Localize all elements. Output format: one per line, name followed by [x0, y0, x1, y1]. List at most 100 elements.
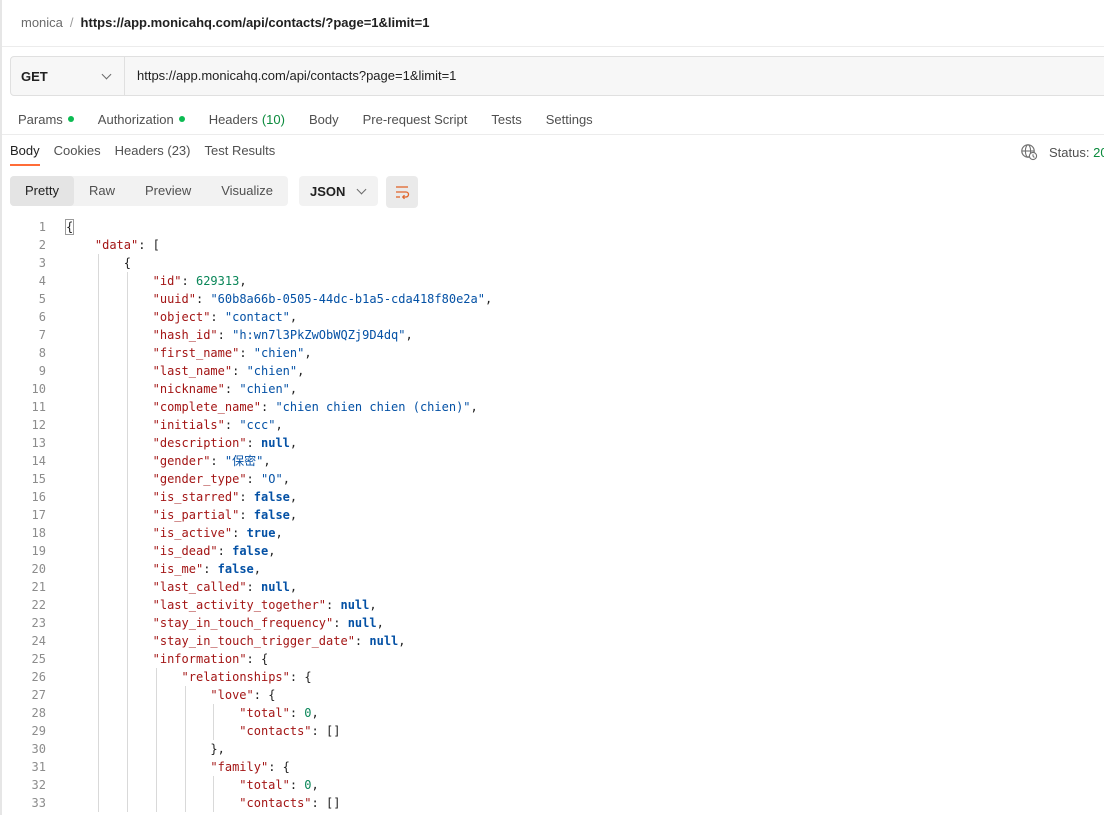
- response-tabs: Body Cookies Headers (23) Test Results: [10, 143, 289, 167]
- indent-guide: [126, 596, 128, 614]
- indent-guide: [97, 398, 99, 416]
- indent-guide: [126, 578, 128, 596]
- json-punctuation: :: [246, 436, 261, 450]
- indent-guide: [213, 722, 215, 740]
- json-punctuation: ,: [275, 418, 283, 432]
- indent-guide: [97, 362, 99, 380]
- code-line: 11 "complete_name": "chien chien chien (c…: [0, 398, 1104, 416]
- code-line: 10 "nickname": "chien",: [0, 380, 1104, 398]
- json-punctuation: ,: [275, 526, 283, 540]
- json-string: "contact": [224, 310, 290, 324]
- json-string: "chien": [253, 346, 305, 360]
- json-punctuation: :: [232, 526, 247, 540]
- code-line: 29 "contacts": []: [0, 722, 1104, 740]
- tab-authorization[interactable]: Authorization: [98, 110, 185, 128]
- indent-guide: [126, 776, 128, 794]
- indent-guide: [126, 740, 128, 758]
- json-punctuation: : []: [311, 724, 341, 738]
- code-text: {: [64, 218, 75, 236]
- json-string: "chien": [239, 382, 290, 396]
- code-line: 30},: [0, 740, 1104, 758]
- line-number: 25: [31, 652, 46, 666]
- tab-params[interactable]: Params: [18, 110, 74, 128]
- json-key: "initials": [152, 418, 225, 432]
- header-divider: [2, 46, 1104, 47]
- json-key: "uuid": [152, 292, 196, 306]
- indent-guide: [184, 704, 186, 722]
- indent-guide: [126, 344, 128, 362]
- code-text: "is_me": false,: [153, 560, 261, 578]
- tab-tests[interactable]: Tests: [491, 110, 521, 128]
- tab-body[interactable]: Body: [309, 110, 339, 128]
- view-visualize-button[interactable]: Visualize: [206, 176, 288, 206]
- line-number: 18: [31, 526, 46, 540]
- view-pretty-button[interactable]: Pretty: [10, 176, 74, 206]
- response-body-code[interactable]: 1{2 "data": [3{4 "id": 629313, 5 "uuid": "60…: [0, 218, 1104, 812]
- json-key: "total": [239, 778, 290, 792]
- json-punctuation: ,: [376, 616, 384, 630]
- line-number: 28: [31, 706, 46, 720]
- indent-guide: [97, 722, 99, 740]
- json-literal: null: [347, 616, 377, 630]
- tab-pre-request-script[interactable]: Pre-request Script: [363, 110, 468, 128]
- json-literal: null: [261, 580, 290, 594]
- code-text: },: [210, 740, 224, 758]
- method-select[interactable]: GET: [11, 57, 125, 95]
- indent-guide: [184, 740, 186, 758]
- indent-guide: [126, 686, 128, 704]
- tab-settings[interactable]: Settings: [546, 110, 593, 128]
- code-text: "contacts": []: [239, 794, 340, 812]
- json-punctuation: :: [246, 580, 261, 594]
- json-key: "last_called": [152, 580, 247, 594]
- json-punctuation: },: [210, 742, 225, 756]
- indent-guide: [97, 470, 99, 488]
- code-text: "love": {: [210, 686, 275, 704]
- json-punctuation: :: [210, 454, 225, 468]
- indent-guide: [97, 344, 99, 362]
- code-text: "total": 0,: [239, 776, 319, 794]
- tab-label: Tests: [491, 111, 522, 127]
- url-input[interactable]: [125, 57, 1104, 93]
- json-number: 0: [304, 706, 312, 720]
- json-string: "O": [261, 472, 283, 486]
- code-text: "complete_name": "chien chien chien (chi…: [153, 398, 478, 416]
- format-select[interactable]: JSON: [299, 176, 378, 206]
- code-text: "initials": "ccc",: [153, 416, 283, 434]
- json-key: "first_name": [152, 346, 240, 360]
- code-text: "gender": "保密",: [153, 452, 271, 470]
- wrap-lines-button[interactable]: [386, 176, 418, 208]
- code-text: "first_name": "chien",: [153, 344, 312, 362]
- json-punctuation: {: [64, 219, 75, 235]
- json-string: "ccc": [239, 418, 276, 432]
- view-mode-group: Pretty Raw Preview Visualize: [10, 176, 289, 206]
- indent-guide: [126, 488, 128, 506]
- indent-guide: [126, 272, 128, 290]
- indent-guide: [126, 794, 128, 812]
- response-tab-headers-23[interactable]: Headers (23): [115, 143, 191, 167]
- json-punctuation: ,: [268, 544, 276, 558]
- breadcrumb-workspace[interactable]: monica: [21, 15, 63, 30]
- view-preview-button[interactable]: Preview: [130, 176, 206, 206]
- response-tab-cookies[interactable]: Cookies: [54, 143, 101, 167]
- indent-guide: [97, 614, 99, 632]
- indent-guide: [97, 740, 99, 758]
- indent-guide: [126, 416, 128, 434]
- code-text: "last_activity_together": null,: [153, 596, 377, 614]
- indent-guide: [126, 722, 128, 740]
- indent-guide: [97, 794, 99, 812]
- json-punctuation: :: [181, 274, 196, 288]
- indent-guide: [97, 272, 99, 290]
- response-tab-test-results[interactable]: Test Results: [204, 143, 275, 167]
- tab-label: Params: [18, 111, 63, 127]
- json-punctuation: ,: [289, 310, 298, 324]
- view-raw-button[interactable]: Raw: [74, 176, 130, 206]
- tab-headers[interactable]: Headers (10): [209, 110, 285, 128]
- indent-guide: [97, 452, 99, 470]
- breadcrumb-request-name[interactable]: https://app.monicahq.com/api/contacts/?p…: [81, 15, 430, 30]
- globe-icon[interactable]: [1020, 143, 1038, 161]
- indent-guide: [97, 524, 99, 542]
- json-punctuation: ,: [470, 400, 478, 414]
- json-punctuation: ,: [304, 346, 312, 360]
- code-line: 32 "total": 0,: [0, 776, 1104, 794]
- response-tab-body[interactable]: Body: [10, 143, 40, 167]
